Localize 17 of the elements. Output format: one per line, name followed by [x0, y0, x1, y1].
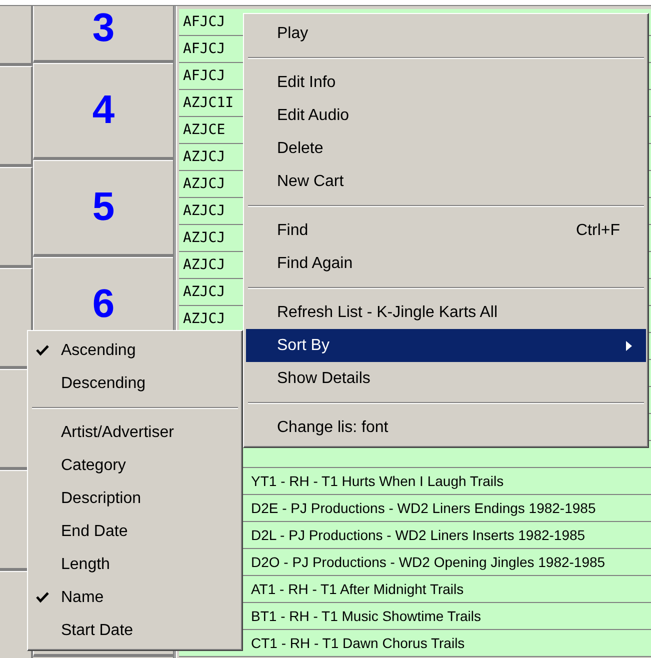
menu-item[interactable]: Show Details [246, 362, 646, 395]
menu-item[interactable]: Refresh List - K-Jingle Karts All [246, 296, 646, 329]
number-button[interactable]: 4 [33, 63, 173, 160]
shortcut-label: Ctrl+F [576, 222, 620, 240]
menu-item[interactable]: Edit Audio [246, 99, 646, 132]
menu-item[interactable]: Artist/Advertiser [30, 416, 240, 449]
menu-item[interactable]: New Cart [246, 165, 646, 198]
menu-item[interactable]: Descending [30, 367, 240, 400]
menu-item[interactable]: Edit Info [246, 66, 646, 99]
menu-item[interactable]: Delete [246, 132, 646, 165]
menu-item[interactable]: Find Again [246, 247, 646, 280]
menu-item[interactable]: Change lis: font [246, 411, 646, 444]
number-button[interactable]: 5 [33, 160, 173, 257]
number-button[interactable]: 3 [33, 6, 173, 63]
menu-item[interactable]: Play [246, 17, 646, 50]
menu-item[interactable]: Find Ctrl+F [246, 214, 646, 247]
menu-item[interactable]: Sort By [246, 329, 646, 362]
